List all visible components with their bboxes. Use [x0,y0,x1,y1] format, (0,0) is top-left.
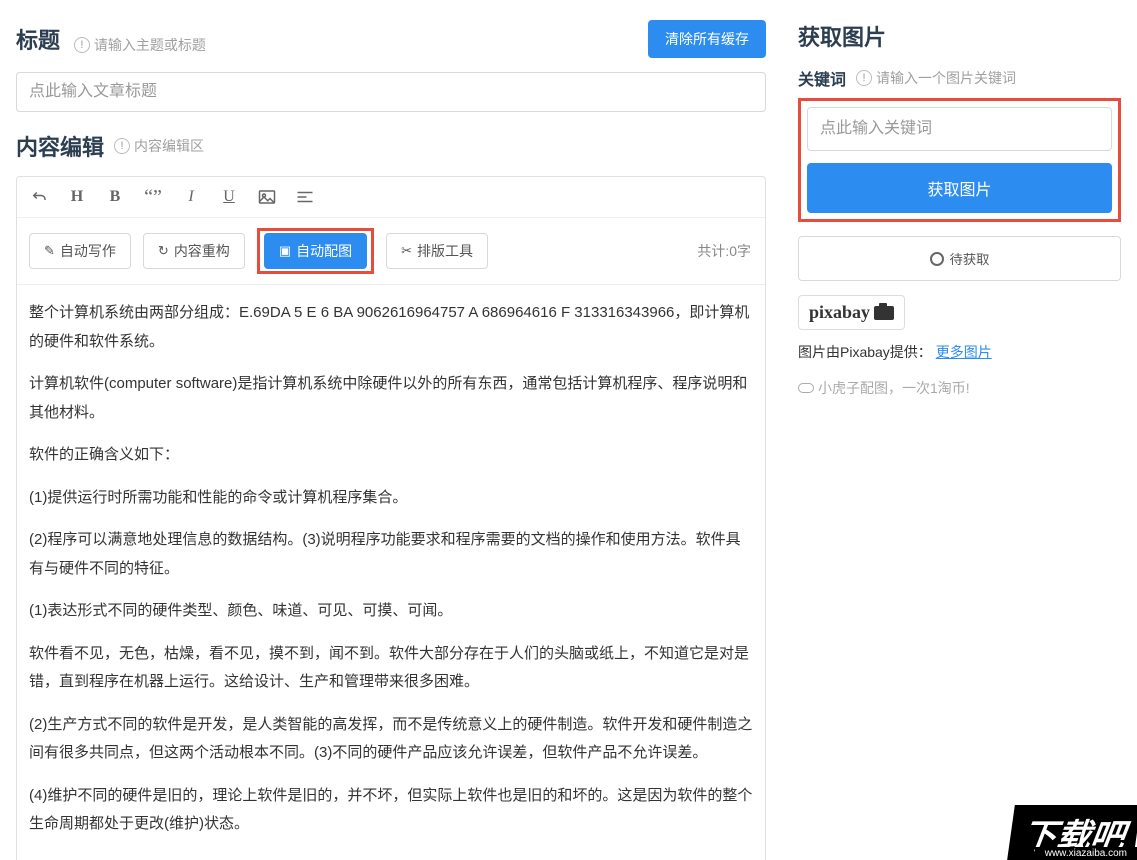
highlight-keyword-box: 获取图片 [798,98,1121,222]
layout-tool-button[interactable]: ✂ 排版工具 [386,233,488,269]
fetch-image-button[interactable]: 获取图片 [807,163,1112,213]
align-left-icon[interactable] [295,187,315,207]
pixabay-badge: pixabay [798,295,905,330]
circle-icon [930,252,944,266]
paragraph: (1)提供运行时所需功能和性能的命令或计算机程序集合。 [29,484,753,513]
paragraph: (1)表达形式不同的硬件类型、颜色、味道、可见、可摸、可闻。 [29,597,753,626]
content-hint: ! 内容编辑区 [114,136,204,156]
credit-line: 图片由Pixabay提供： 更多图片 [798,342,1121,362]
paragraph: 软件看不见，无色，枯燥，看不见，摸不到，闻不到。软件大部分存在于人们的头脑或纸上… [29,640,753,697]
paragraph: (2)生产方式不同的软件是开发，是人类智能的高发挥，而不是传统意义上的硬件制造。… [29,711,753,768]
editor-box: H B “” I U ✎ 自动写作 ↻ 内容重构 ▣ [16,176,766,860]
underline-icon[interactable]: U [219,187,239,207]
paragraph: (4)维护不同的硬件是旧的，理论上软件是旧的，并不坏，但实际上软件也是旧的和坏的… [29,782,753,839]
title-input[interactable] [16,72,766,112]
keyword-hint: ! 请输入一个图片关键词 [856,68,1016,88]
title-label: 标题 [16,28,60,53]
info-icon: ! [114,138,130,154]
italic-icon[interactable]: I [181,187,201,207]
info-icon: ! [74,37,90,53]
bold-icon[interactable]: B [105,187,125,207]
format-toolbar: H B “” I U [17,177,765,218]
action-toolbar: ✎ 自动写作 ↻ 内容重构 ▣ 自动配图 ✂ 排版工具 共计:0字 [17,218,765,285]
pending-button[interactable]: 待获取 [798,236,1121,281]
main-column: 标题 ! 请输入主题或标题 清除所有缓存 内容编辑 ! 内容编辑区 H B “” [0,0,782,860]
paragraph: 整个计算机系统由两部分组成：E.69DA 5 E 6 BA 9062616964… [29,299,753,356]
sidebar: 获取图片 关键词 ! 请输入一个图片关键词 获取图片 待获取 pixabay [782,0,1137,860]
refresh-icon: ↻ [158,243,169,259]
image-header: 获取图片 [798,20,1121,52]
editor-content[interactable]: 整个计算机系统由两部分组成：E.69DA 5 E 6 BA 9062616964… [17,285,765,860]
clear-cache-button[interactable]: 清除所有缓存 [648,20,766,58]
paragraph: 软件的正确含义如下： [29,441,753,470]
picture-icon: ▣ [279,243,291,259]
undo-icon[interactable] [29,187,49,207]
auto-image-button[interactable]: ▣ 自动配图 [264,233,367,269]
auto-write-button[interactable]: ✎ 自动写作 [29,233,131,269]
content-header: 内容编辑 ! 内容编辑区 [16,130,766,162]
title-label-group: 标题 ! 请输入主题或标题 [16,23,206,55]
title-header: 标题 ! 请输入主题或标题 清除所有缓存 [16,20,766,58]
keyword-header: 关键词 ! 请输入一个图片关键词 [798,66,1121,90]
keyword-label: 关键词 [798,66,846,90]
word-count: 共计:0字 [697,241,751,261]
watermark-url: www.xiazaiba.com [1035,847,1137,860]
image-title: 获取图片 [798,20,886,52]
pencil-icon: ✎ [44,243,55,259]
image-icon[interactable] [257,187,277,207]
camera-icon [874,306,894,320]
title-hint: ! 请输入主题或标题 [74,35,206,55]
tool-icon: ✂ [401,243,412,259]
paragraph: (2)程序可以满意地处理信息的数据结构。(3)说明程序功能要求和程序需要的文档的… [29,526,753,583]
paragraph: 计算机软件(computer software)是指计算机系统中除硬件以外的所有… [29,370,753,427]
keyword-input[interactable] [807,107,1112,151]
heading-icon[interactable]: H [67,187,87,207]
highlight-auto-image: ▣ 自动配图 [257,228,374,274]
keyword-section: 关键词 ! 请输入一个图片关键词 获取图片 待获取 pixabay 图片由Pix… [798,66,1121,398]
restructure-button[interactable]: ↻ 内容重构 [143,233,245,269]
info-icon: ! [856,70,872,86]
more-images-link[interactable]: 更多图片 [936,344,992,360]
cloud-icon [798,383,814,393]
quote-icon[interactable]: “” [143,187,163,207]
content-label: 内容编辑 [16,130,104,162]
footer-note: 小虎子配图，一次1淘币! [798,378,1121,398]
